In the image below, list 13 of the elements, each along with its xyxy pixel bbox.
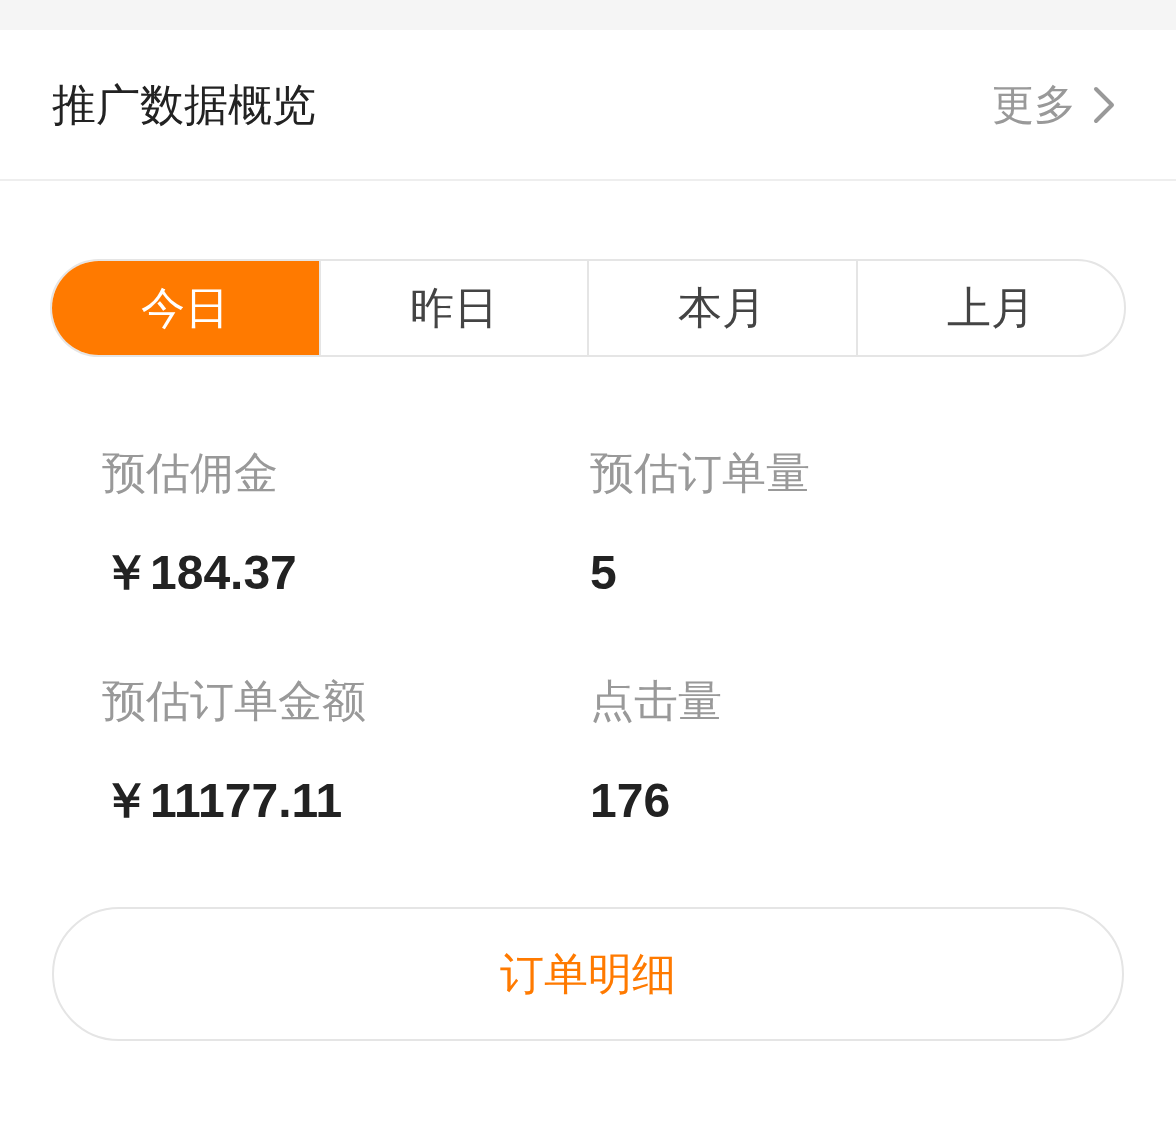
stat-value: ￥11177.11 [102, 773, 344, 829]
stat-value: ￥184.37 [102, 545, 298, 601]
period-tab[interactable]: 上月 [855, 261, 1124, 355]
stat-label: 预估佣金 [102, 447, 279, 499]
stat-label: 预估订单金额 [102, 675, 367, 727]
chevron-right-icon [1092, 84, 1116, 125]
section-title: 推广数据概览 [52, 78, 316, 131]
period-tab[interactable]: 昨日 [318, 261, 587, 355]
stat-label: 点击量 [590, 675, 723, 727]
stat-value: 5 [590, 545, 618, 601]
stat-value: 176 [590, 773, 672, 829]
period-tab[interactable]: 本月 [587, 261, 856, 355]
stat-label: 预估订单量 [590, 447, 811, 499]
